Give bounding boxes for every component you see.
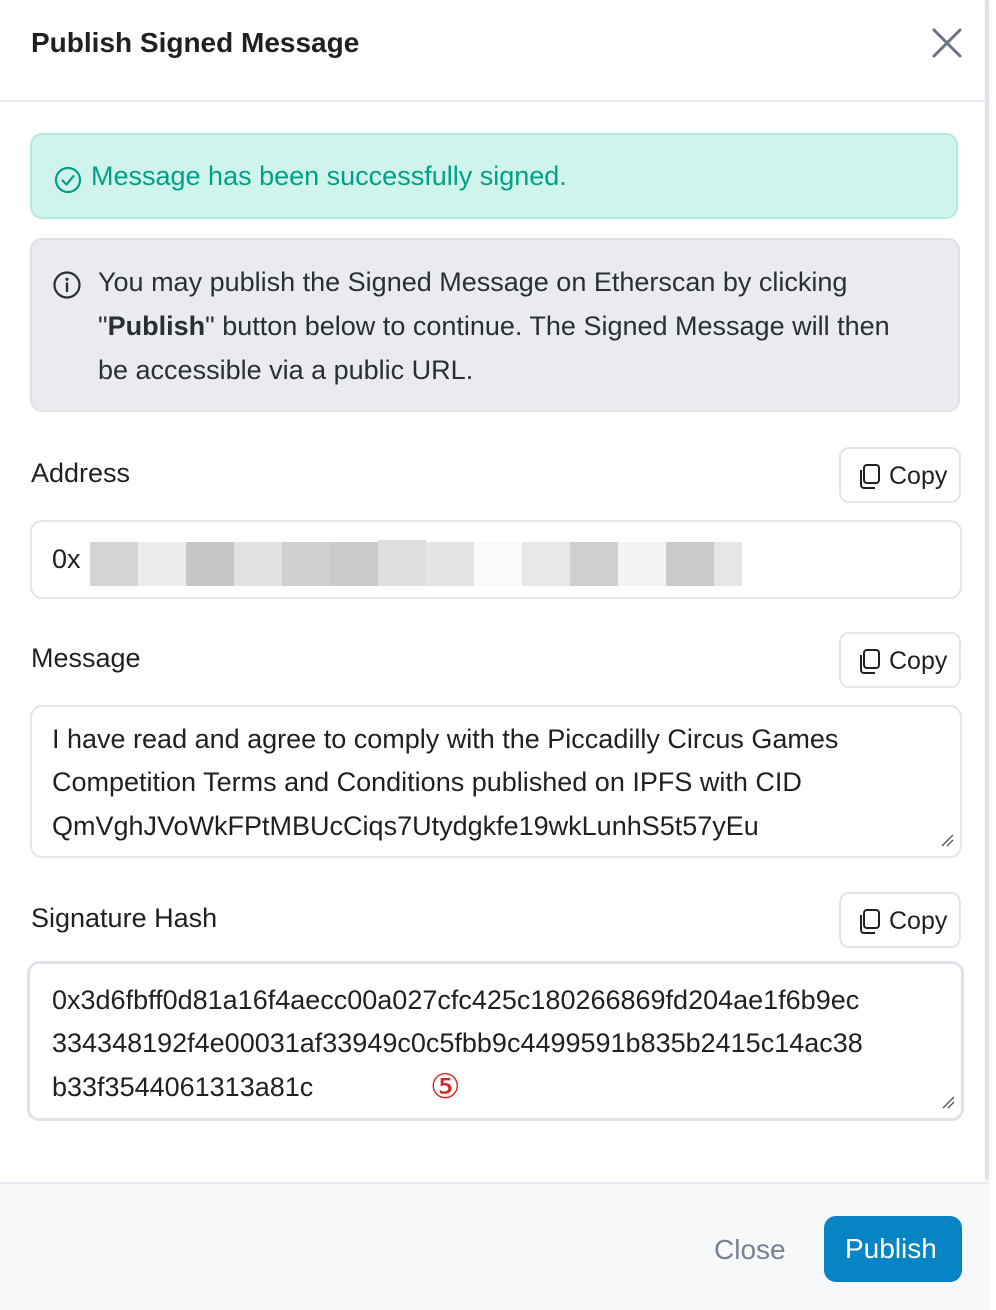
signature-hash-label: Signature Hash [31,903,218,933]
copy-address-button[interactable]: Copy [839,447,961,503]
scrollbar-thumb[interactable] [985,0,989,1180]
address-field[interactable]: 0x [30,520,962,599]
copy-icon [857,463,883,496]
address-prefix: 0x [52,544,81,574]
info-quote-open: " [98,311,108,341]
message-label: Message [31,643,141,673]
close-icon[interactable] [926,24,968,66]
annotation-marker: ⑤ [430,1067,461,1107]
message-line-3: QmVghJVoWkFPtMBUcCiqs7Utydgkfe19wkLunhS5… [52,811,759,841]
signature-line-1: 0x3d6fbff0d81a16f4aecc00a027cfc425c18026… [52,985,860,1015]
resize-grip-icon[interactable] [940,833,954,852]
publish-button-label: Publish [845,1233,937,1264]
dialog-title: Publish Signed Message [31,27,360,58]
close-button[interactable]: Close [714,1234,786,1266]
scrollbar-track[interactable] [984,0,990,1308]
info-text-line-2: "Publish" button below to continue. The … [98,311,890,342]
info-text-line-1: You may publish the Signed Message on Et… [98,267,848,297]
signature-line-3: b33f3544061313a81c [52,1072,314,1102]
publish-signed-message-dialog: Publish Signed Message Message has been … [0,0,990,1310]
address-label: Address [31,458,131,488]
copy-icon [857,648,883,681]
success-alert: Message has been successfully signed. [30,133,958,219]
publish-button[interactable]: Publish [824,1216,962,1282]
message-line-2: Competition Terms and Conditions publish… [52,767,802,797]
copy-message-label: Copy [889,647,948,675]
resize-grip-icon[interactable] [941,1095,955,1114]
info-alert: You may publish the Signed Message on Et… [30,238,960,412]
info-circle-icon [52,270,82,305]
check-circle-icon [54,166,82,199]
copy-address-label: Copy [889,462,948,490]
message-line-1: I have read and agree to comply with the… [52,724,839,754]
signature-line-2: 334348192f4e00031af33949c0c5fbb9c4499591… [52,1028,863,1058]
copy-icon [857,908,883,941]
copy-signature-button[interactable]: Copy [839,892,961,948]
copy-message-button[interactable]: Copy [839,632,961,688]
message-textarea[interactable]: I have read and agree to comply with the… [30,705,962,858]
signature-hash-textarea[interactable]: 0x3d6fbff0d81a16f4aecc00a027cfc425c18026… [27,961,964,1121]
dialog-header: Publish Signed Message [0,0,990,102]
info-text-line-3: be accessible via a public URL. [98,355,474,385]
info-text-line-2-rest: " button below to continue. The Signed M… [205,311,890,341]
success-message: Message has been successfully signed. [91,161,567,191]
info-publish-emphasis: Publish [107,311,206,341]
copy-signature-label: Copy [889,907,948,935]
